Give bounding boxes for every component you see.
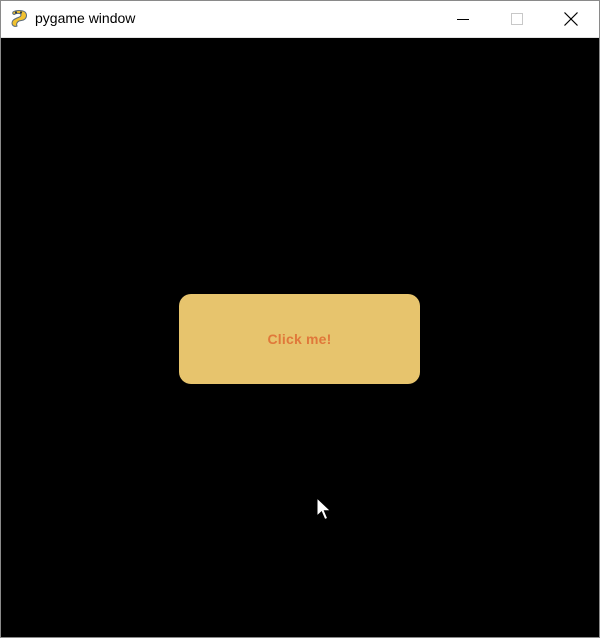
game-canvas[interactable]: Click me!	[1, 38, 599, 637]
maximize-button[interactable]	[494, 1, 540, 37]
close-icon	[564, 12, 578, 26]
click-me-button[interactable]: Click me!	[179, 294, 420, 384]
pygame-snake-icon	[9, 9, 29, 29]
minimize-icon	[457, 13, 469, 25]
minimize-button[interactable]	[440, 1, 486, 37]
title-bar[interactable]: pygame window	[1, 1, 599, 38]
click-me-button-label: Click me!	[267, 331, 332, 347]
mouse-pointer-icon	[316, 496, 332, 523]
close-button[interactable]	[548, 1, 594, 37]
window-title: pygame window	[35, 10, 136, 26]
maximize-icon	[511, 13, 523, 25]
pygame-window: pygame window Click me!	[0, 0, 600, 638]
